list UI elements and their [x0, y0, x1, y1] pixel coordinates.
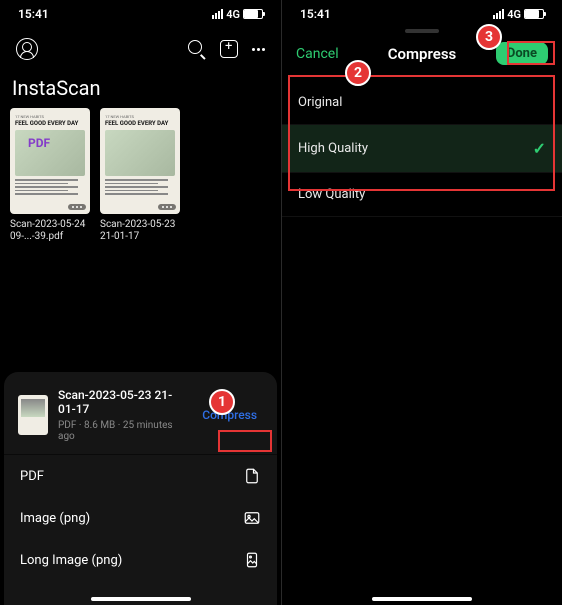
- export-sheet: Scan-2023-05-23 21-01-17 PDF · 8.6 MB · …: [4, 372, 277, 605]
- document-label: Scan-2023-05-24 09-...-39.pdf: [10, 219, 90, 243]
- pdf-export-icon: [243, 467, 261, 485]
- checkmark-icon: ✓: [533, 139, 546, 158]
- more-icon[interactable]: [252, 48, 265, 51]
- option-label: High Quality: [298, 141, 368, 156]
- modal-title: Compress: [388, 45, 457, 63]
- sheet-filemeta: PDF · 8.6 MB · 25 minutes ago: [58, 420, 186, 442]
- document-card[interactable]: 17 NEW HABITS FEEL GOOD EVERY DAY PDF Sc…: [10, 108, 90, 243]
- export-label: Image (png): [20, 511, 90, 526]
- cancel-button[interactable]: Cancel: [296, 46, 339, 62]
- export-option-image[interactable]: Image (png): [4, 497, 277, 539]
- left-screen: 15:41 4G InstaScan 17 NEW HABITS FEEL GO…: [0, 0, 281, 605]
- status-bar: 15:41 4G: [0, 0, 281, 28]
- callout-3: 3: [476, 24, 502, 50]
- long-image-export-icon: [243, 551, 261, 569]
- status-time: 15:41: [300, 7, 331, 21]
- app-title: InstaScan: [0, 68, 281, 106]
- profile-icon[interactable]: [16, 38, 38, 60]
- compress-modal-header: Cancel Compress Done: [282, 28, 562, 75]
- done-button[interactable]: Done: [496, 42, 548, 65]
- pdf-badge: PDF: [28, 136, 50, 150]
- battery-icon: [524, 9, 544, 19]
- add-icon[interactable]: [220, 40, 238, 58]
- option-label: Low Quality: [298, 187, 365, 202]
- status-right: 4G: [493, 8, 544, 21]
- export-option-pdf[interactable]: PDF: [4, 455, 277, 497]
- image-export-icon: [243, 509, 261, 527]
- network-label: 4G: [226, 8, 240, 21]
- status-right: 4G: [212, 8, 263, 21]
- document-thumbnail: 17 NEW HABITS FEEL GOOD EVERY DAY: [100, 108, 180, 214]
- battery-icon: [243, 9, 263, 19]
- document-label: Scan-2023-05-23 21-01-17: [100, 219, 180, 243]
- home-indicator[interactable]: [91, 597, 191, 601]
- document-more-icon[interactable]: [68, 204, 87, 211]
- search-icon[interactable]: [188, 40, 206, 58]
- callout-2: 2: [345, 60, 371, 86]
- option-label: Original: [298, 95, 342, 110]
- document-card[interactable]: 17 NEW HABITS FEEL GOOD EVERY DAY Scan-2…: [100, 108, 180, 243]
- network-label: 4G: [507, 8, 521, 21]
- export-option-long-image[interactable]: Long Image (png): [4, 539, 277, 581]
- option-original[interactable]: Original: [282, 81, 562, 125]
- status-bar: 15:41 4G: [282, 0, 562, 28]
- option-low-quality[interactable]: Low Quality: [282, 173, 562, 217]
- document-grid: 17 NEW HABITS FEEL GOOD EVERY DAY PDF Sc…: [0, 106, 281, 245]
- right-screen: 15:41 4G Cancel Compress Done Original H…: [281, 0, 562, 605]
- sheet-filename: Scan-2023-05-23 21-01-17: [58, 388, 186, 416]
- compress-options: Original High Quality ✓ Low Quality: [282, 81, 562, 217]
- sheet-file-row: Scan-2023-05-23 21-01-17 PDF · 8.6 MB · …: [4, 384, 277, 454]
- status-time: 15:41: [18, 7, 49, 21]
- export-label: PDF: [20, 469, 44, 484]
- signal-icon: [493, 9, 504, 19]
- document-thumbnail: 17 NEW HABITS FEEL GOOD EVERY DAY PDF: [10, 108, 90, 214]
- home-indicator[interactable]: [372, 597, 472, 601]
- option-high-quality[interactable]: High Quality ✓: [282, 125, 562, 173]
- document-more-icon[interactable]: [158, 204, 177, 211]
- signal-icon: [212, 9, 223, 19]
- app-header: [0, 28, 281, 68]
- export-label: Long Image (png): [20, 553, 122, 568]
- callout-1: 1: [209, 389, 235, 415]
- sheet-thumbnail: [18, 395, 48, 435]
